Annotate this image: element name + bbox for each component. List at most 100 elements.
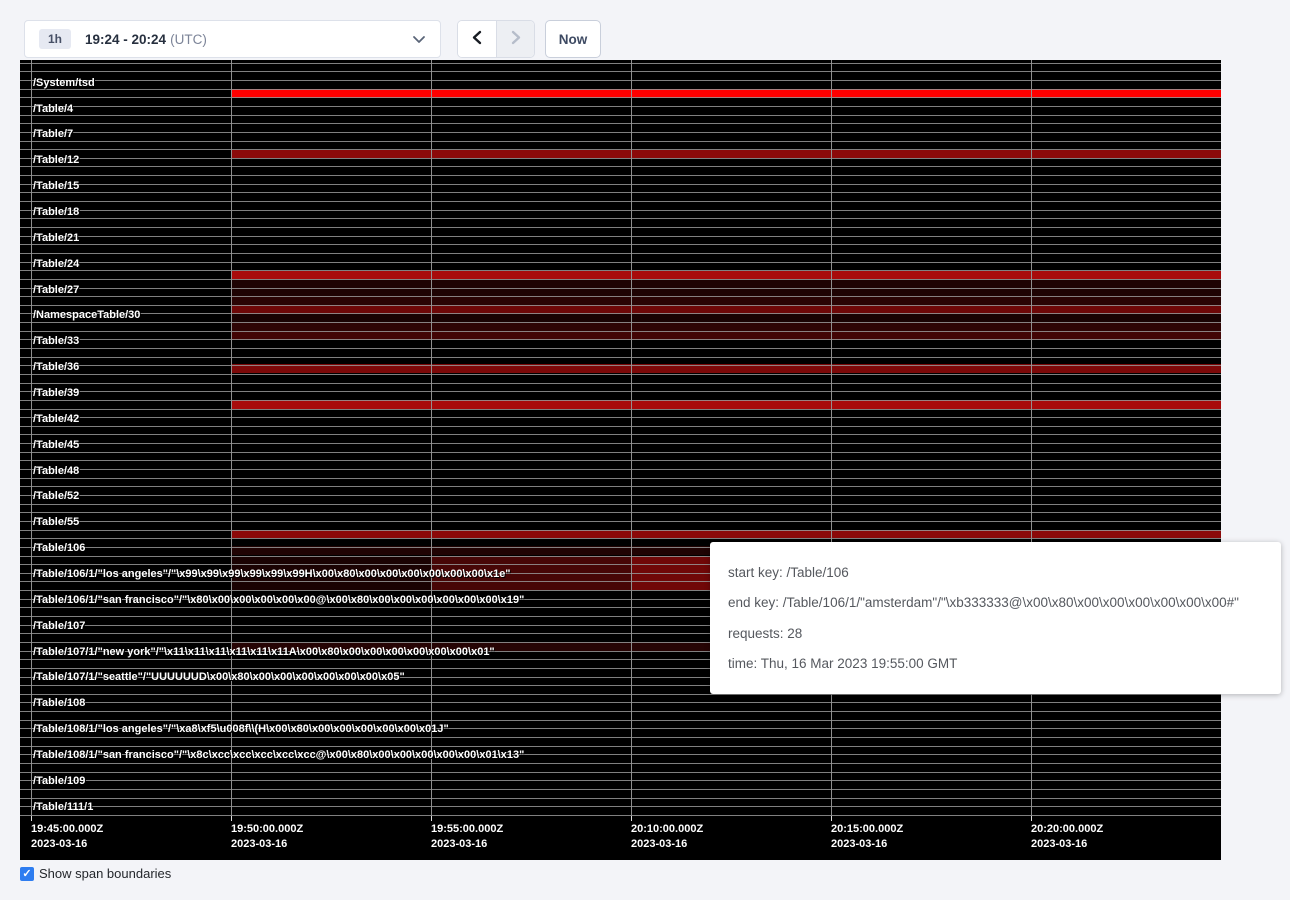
span-boundary-line xyxy=(20,132,1221,133)
span-label: /Table/27 xyxy=(33,284,79,296)
span-boundary-line xyxy=(20,149,1221,150)
span-label: /Table/4 xyxy=(33,103,73,115)
span-label: /Table/107 xyxy=(33,620,85,632)
x-axis-label: 19:50:00.000Z2023-03-16 xyxy=(231,822,303,852)
x-axis-date: 2023-03-16 xyxy=(431,837,503,852)
span-boundary-line xyxy=(20,63,1221,64)
x-axis-tick xyxy=(1031,816,1032,821)
span-boundary-line xyxy=(20,409,1221,410)
span-boundary-line xyxy=(20,417,1221,418)
hover-tooltip: start key: /Table/106 end key: /Table/10… xyxy=(710,542,1281,694)
span-boundary-line xyxy=(20,374,1221,375)
span-boundary-line xyxy=(20,89,1221,90)
span-boundary-line xyxy=(20,115,1221,116)
span-label: /System/tsd xyxy=(33,77,95,89)
span-boundary-line xyxy=(20,166,1221,167)
span-label: /Table/106/1/"san francisco"/"\x80\x00\x… xyxy=(33,594,524,606)
span-boundary-line xyxy=(20,123,1221,124)
key-visualizer-canvas[interactable]: /System/tsd/Table/4/Table/7/Table/12/Tab… xyxy=(20,60,1221,860)
x-axis-date: 2023-03-16 xyxy=(1031,837,1103,852)
span-label: /Table/45 xyxy=(33,439,79,451)
span-boundary-line xyxy=(20,357,1221,358)
x-axis-tick xyxy=(631,816,632,821)
span-boundary-line xyxy=(20,391,1221,392)
span-boundary-line xyxy=(20,426,1221,427)
prev-range-button[interactable] xyxy=(458,21,496,57)
x-axis-label: 19:55:00.000Z2023-03-16 xyxy=(431,822,503,852)
span-boundary-line xyxy=(20,262,1221,263)
span-boundary-line xyxy=(20,460,1221,461)
span-label: /NamespaceTable/30 xyxy=(33,309,140,321)
span-label: /Table/24 xyxy=(33,258,79,270)
span-boundary-line xyxy=(20,365,1221,366)
x-axis-tick xyxy=(31,816,32,821)
span-label: /Table/111/1 xyxy=(33,801,93,813)
span-label: /Table/33 xyxy=(33,335,79,347)
heat-band xyxy=(231,296,1221,305)
heat-band xyxy=(231,314,1221,323)
show-span-boundaries-label: Show span boundaries xyxy=(39,866,171,881)
span-boundary-line xyxy=(20,71,1221,72)
span-boundary-line xyxy=(20,452,1221,453)
span-label: /Table/108/1/"los angeles"/"\xa8\xf5\u00… xyxy=(33,723,449,735)
time-nav-group xyxy=(457,20,535,58)
span-boundary-line xyxy=(20,746,1221,747)
x-axis-time: 20:15:00.000Z xyxy=(831,822,903,837)
x-axis-time: 20:20:00.000Z xyxy=(1031,822,1103,837)
span-boundary-line xyxy=(20,210,1221,211)
tooltip-end-key: end key: /Table/106/1/"amsterdam"/"\xb33… xyxy=(728,595,1263,610)
x-axis-tick xyxy=(431,816,432,821)
span-boundary-line xyxy=(20,201,1221,202)
span-boundary-line xyxy=(20,780,1221,781)
span-boundary-line xyxy=(20,184,1221,185)
span-boundary-line xyxy=(20,798,1221,799)
span-label: /Table/21 xyxy=(33,232,79,244)
span-boundary-line xyxy=(20,434,1221,435)
heat-band xyxy=(231,271,1221,280)
span-boundary-line xyxy=(20,469,1221,470)
span-boundary-line xyxy=(20,443,1221,444)
x-axis-label: 20:20:00.000Z2023-03-16 xyxy=(1031,822,1103,852)
span-boundary-line xyxy=(20,279,1221,280)
x-axis-date: 2023-03-16 xyxy=(631,837,703,852)
span-boundary-line xyxy=(20,486,1221,487)
span-boundary-line xyxy=(20,789,1221,790)
span-label: /Table/36 xyxy=(33,361,79,373)
heat-band xyxy=(231,305,1221,314)
span-boundary-line xyxy=(20,296,1221,297)
show-span-boundaries-checkbox[interactable]: ✓ xyxy=(20,867,34,881)
time-range-text: 19:24 - 20:24 xyxy=(85,32,166,47)
span-boundary-line xyxy=(20,158,1221,159)
span-boundary-line xyxy=(20,227,1221,228)
span-boundary-line xyxy=(20,538,1221,539)
span-label: /Table/108 xyxy=(33,697,85,709)
span-boundary-line xyxy=(20,175,1221,176)
x-axis-label: 20:10:00.000Z2023-03-16 xyxy=(631,822,703,852)
span-boundary-line xyxy=(20,80,1221,81)
heat-band xyxy=(231,530,1221,539)
time-range-selector[interactable]: 1h 19:24 - 20:24 (UTC) xyxy=(24,20,441,58)
x-axis-time: 19:55:00.000Z xyxy=(431,822,503,837)
span-boundary-line xyxy=(20,348,1221,349)
span-boundary-line xyxy=(20,331,1221,332)
span-boundary-line xyxy=(20,106,1221,107)
x-axis-date: 2023-03-16 xyxy=(31,837,103,852)
x-axis-time: 20:10:00.000Z xyxy=(631,822,703,837)
now-button[interactable]: Now xyxy=(545,20,601,58)
span-label: /Table/12 xyxy=(33,154,79,166)
x-axis-date: 2023-03-16 xyxy=(231,837,303,852)
heat-band xyxy=(231,322,1221,331)
heat-band xyxy=(231,400,1221,409)
span-boundary-line xyxy=(20,720,1221,721)
duration-badge: 1h xyxy=(39,29,71,49)
tooltip-requests: requests: 28 xyxy=(728,626,1263,641)
span-boundary-line xyxy=(20,711,1221,712)
span-boundary-line xyxy=(20,236,1221,237)
span-boundary-line xyxy=(20,512,1221,513)
next-range-button[interactable] xyxy=(496,21,534,57)
timezone-text: (UTC) xyxy=(170,32,207,47)
show-span-boundaries-control[interactable]: ✓ Show span boundaries xyxy=(20,866,171,881)
span-boundary-line xyxy=(20,253,1221,254)
span-boundary-line xyxy=(20,244,1221,245)
span-boundary-line xyxy=(20,400,1221,401)
